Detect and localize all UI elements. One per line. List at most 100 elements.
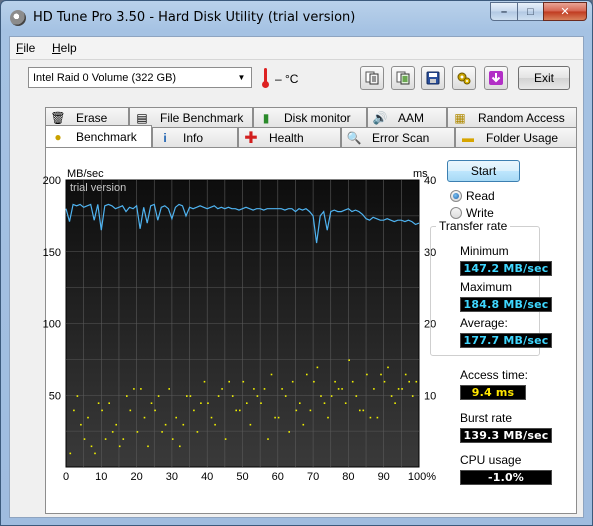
access-time-point xyxy=(221,388,223,390)
access-time-point xyxy=(267,438,269,440)
access-time-point xyxy=(288,431,290,433)
access-time-point xyxy=(316,366,319,369)
x-tick: 100% xyxy=(408,471,436,483)
access-time-point xyxy=(97,402,100,404)
access-time-point xyxy=(207,402,209,404)
access-time-point xyxy=(157,395,160,397)
access-time-point xyxy=(224,438,227,440)
x-tick: 30 xyxy=(166,471,178,483)
access-time-point xyxy=(94,452,96,455)
access-time-point xyxy=(299,402,301,404)
access-time-point xyxy=(330,395,333,397)
read-radio[interactable] xyxy=(450,190,462,202)
chart-watermark: trial version xyxy=(70,182,126,194)
access-time-point xyxy=(171,438,174,440)
write-radio[interactable] xyxy=(450,207,462,219)
maximum-label: Maximum xyxy=(460,280,513,294)
access-time-point xyxy=(362,409,365,412)
access-time-point xyxy=(263,388,266,390)
hdtune-app-icon xyxy=(10,10,26,26)
access-time-point xyxy=(115,423,117,426)
access-time-point xyxy=(313,380,315,383)
access-time-point xyxy=(217,395,220,397)
read-label: Read xyxy=(466,189,495,203)
maximum-value: 184.8 MB/sec xyxy=(460,297,552,312)
access-time-point xyxy=(277,416,280,419)
access-time-point xyxy=(309,409,312,412)
x-tick: 10 xyxy=(95,471,107,483)
access-time-point xyxy=(366,373,368,376)
access-time-point xyxy=(179,445,181,448)
access-time-point xyxy=(246,402,248,404)
access-time-point xyxy=(186,395,188,397)
y-tick-left: 150 xyxy=(43,247,61,259)
tab-benchmark[interactable]: ● Benchmark xyxy=(45,125,152,147)
access-time-point xyxy=(203,380,206,383)
access-time-point xyxy=(327,416,329,419)
minimum-value: 147.2 MB/sec xyxy=(460,261,552,276)
read-radio-row[interactable]: Read xyxy=(450,189,495,203)
access-time-point xyxy=(161,431,163,433)
client-area: File Help Intel Raid 0 Volume (322 GB) ▼… xyxy=(9,36,584,518)
access-time-point xyxy=(143,416,146,419)
title-bar[interactable]: HD Tune Pro 3.50 - Hard Disk Utility (tr… xyxy=(1,1,592,35)
access-time-point xyxy=(270,373,273,376)
window-title: HD Tune Pro 3.50 - Hard Disk Utility (tr… xyxy=(33,10,356,25)
y-tick-right: 40 xyxy=(424,175,436,187)
access-time-point xyxy=(76,395,79,397)
access-time-point xyxy=(175,416,177,419)
write-label: Write xyxy=(466,206,494,220)
access-time-point xyxy=(214,423,216,426)
x-tick: 50 xyxy=(236,471,248,483)
access-time-point xyxy=(394,402,396,404)
access-time-point xyxy=(87,416,89,419)
access-time-point xyxy=(193,409,195,412)
y-tick-right: 10 xyxy=(424,390,436,402)
access-time-point xyxy=(376,416,379,419)
cpu-usage-value: -1.0% xyxy=(460,470,552,485)
access-time-point xyxy=(182,423,185,426)
access-time-point xyxy=(281,388,283,390)
caption-buttons: – □ ✕ xyxy=(490,2,587,22)
access-time-point xyxy=(147,445,149,448)
access-time-point xyxy=(239,409,241,412)
access-time-point xyxy=(320,395,322,397)
access-time-point xyxy=(373,388,375,390)
x-tick: 20 xyxy=(130,471,142,483)
access-time-point xyxy=(210,416,213,419)
write-radio-row[interactable]: Write xyxy=(450,206,494,220)
access-time-point xyxy=(80,423,82,426)
access-time-point xyxy=(136,431,139,433)
start-button[interactable]: Start xyxy=(447,160,520,182)
access-time-point xyxy=(104,438,107,440)
access-time-point xyxy=(355,395,358,397)
x-tick: 0 xyxy=(63,471,69,483)
minimize-button[interactable]: – xyxy=(490,2,517,21)
access-time-point xyxy=(83,438,86,440)
access-time-point xyxy=(69,452,72,455)
access-time-point xyxy=(90,445,93,448)
access-time-point xyxy=(249,423,252,426)
access-time-point xyxy=(274,416,276,419)
access-time-point xyxy=(348,359,350,361)
access-time-point xyxy=(337,388,340,390)
access-time-point xyxy=(228,380,230,383)
access-time-point xyxy=(108,402,110,404)
access-time-point xyxy=(242,380,245,383)
app-window: HD Tune Pro 3.50 - Hard Disk Utility (tr… xyxy=(0,0,593,526)
burst-rate-value: 139.3 MB/sec xyxy=(460,428,552,443)
access-time-point xyxy=(189,395,192,397)
access-time-label: Access time: xyxy=(460,368,529,382)
access-time-point xyxy=(126,395,128,397)
access-time-point xyxy=(397,388,400,390)
access-time-value: 9.4 ms xyxy=(460,385,526,400)
access-time-point xyxy=(404,373,407,376)
access-time-point xyxy=(111,431,114,433)
close-button[interactable]: ✕ xyxy=(543,2,587,21)
access-time-point xyxy=(101,409,103,412)
access-time-point xyxy=(256,395,259,397)
access-time-point xyxy=(341,388,343,390)
access-time-point xyxy=(415,380,418,383)
maximize-button[interactable]: □ xyxy=(517,2,543,21)
access-time-point xyxy=(295,409,298,412)
